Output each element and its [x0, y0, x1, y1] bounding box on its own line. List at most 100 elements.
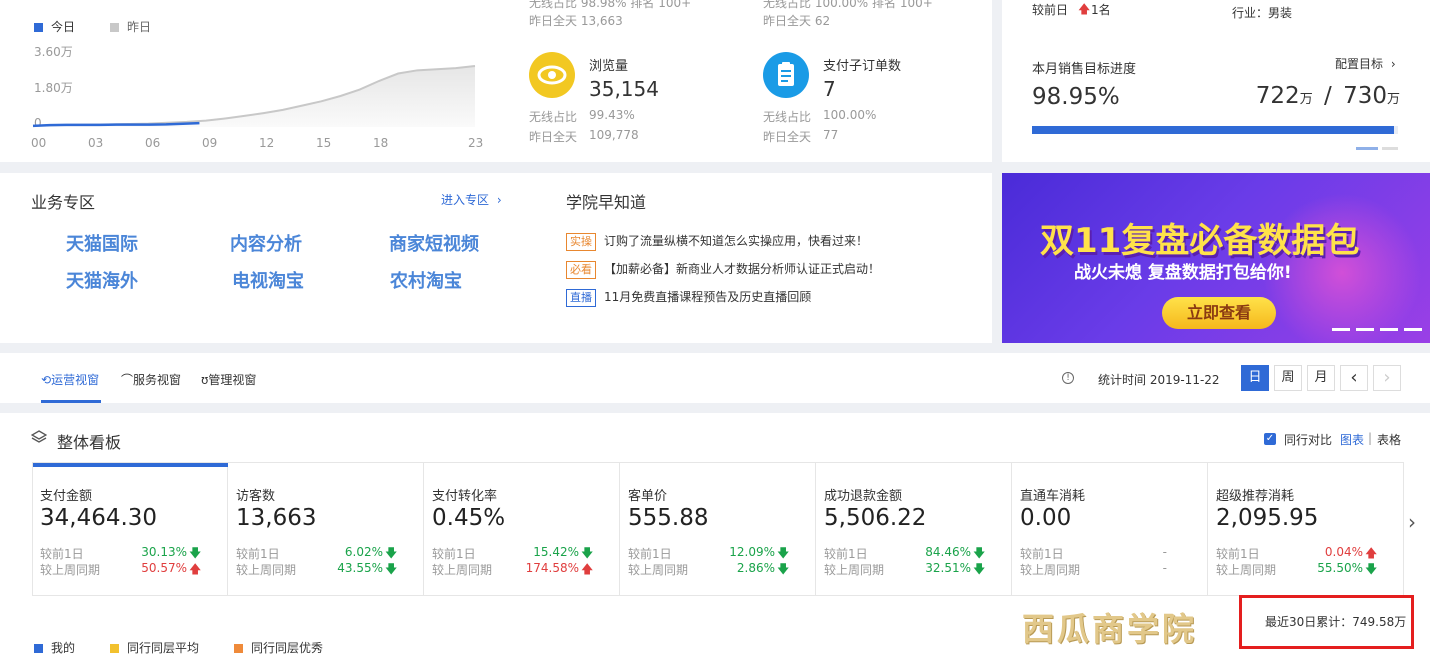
carousel-dot-active[interactable] [1356, 147, 1378, 150]
academy-item-1[interactable]: 实操 订购了流量纵横不知道怎么实操应用，快看过来！ [566, 232, 868, 251]
kpi-card[interactable]: 客单价 555.88 较前1日 较上周同期 12.09% 2.86% 🡇 🡇 [620, 462, 816, 596]
rank-change: 1名 [1091, 3, 1111, 17]
banner-title: 双11复盘必备数据包 [1040, 221, 1360, 261]
banner-cta-button[interactable]: 立即查看 [1162, 297, 1276, 329]
enter-zone-label: 进入专区 [441, 193, 490, 207]
pv-value: 35,154 [589, 77, 659, 101]
view-table-link[interactable]: 表格 [1377, 431, 1401, 448]
legend-mine[interactable]: 我的 [34, 639, 75, 656]
target-progress-track [1032, 126, 1398, 134]
sales-target-card: 较前日 🡅 1名 行业：男装 本月销售目标进度 配置目标 › 98.95% 72… [1002, 0, 1430, 162]
orders-wireless-label: 无线占比 [763, 110, 812, 124]
biz-link-tmall-global[interactable]: 天猫国际 [66, 230, 138, 256]
business-title: 业务专区 [31, 193, 96, 212]
tab-service[interactable]: ⌒服务视窗 [121, 371, 181, 388]
legend-peer-top-swatch [234, 644, 243, 653]
arrow-up-icon: 🡅 [189, 562, 202, 576]
kpi-compare-day-value: - [1162, 545, 1167, 559]
industry-label: 行业：男装 [1232, 6, 1293, 20]
arrow-up-icon: 🡅 [581, 562, 594, 576]
carousel-dot[interactable] [1382, 147, 1398, 150]
legend-mine-label: 我的 [51, 641, 76, 655]
tab-management[interactable]: ʊ管理视窗 [201, 371, 256, 388]
promo-banner[interactable]: 双11复盘必备数据包 战火未熄 复盘数据打包给你! 立即查看 [1002, 173, 1430, 343]
orders-wireless-value: 100.00% [823, 108, 877, 122]
kpi-title: 超级推荐消耗 [1216, 489, 1295, 504]
kpi-compare-day-label: 较前1日 [40, 547, 84, 561]
next-date-button[interactable]: › [1373, 365, 1401, 391]
period-week-button[interactable]: 周 [1274, 365, 1302, 391]
arrow-down-icon: 🡇 [1365, 562, 1378, 576]
legend-peer-avg[interactable]: 同行同层平均 [110, 639, 199, 656]
enter-zone-link[interactable]: 进入专区 › [441, 191, 502, 208]
kpi-compare-day-value: 15.42% [533, 545, 579, 559]
tab-operations-label: 运营视窗 [51, 373, 100, 387]
pv-wireless-value: 99.43% [589, 108, 635, 122]
kpi-card[interactable]: 成功退款金额 5,506.22 较前1日 较上周同期 84.46% 32.51% 🡇 🡇 [816, 462, 1012, 596]
tag-live: 直播 [566, 289, 596, 307]
pv-label: 浏览量 [589, 59, 629, 74]
kpi-title: 访客数 [236, 489, 276, 504]
chevron-right-icon: › [1390, 57, 1396, 71]
kpi-value: 0.00 [1020, 505, 1072, 531]
kpi-card[interactable]: 超级推荐消耗 2,095.95 较前1日 较上周同期 0.04% 55.50% 🡅 🡇 [1208, 462, 1404, 596]
up-arrow-icon: 🡅 [1078, 2, 1091, 16]
kpi-title: 客单价 [628, 489, 668, 504]
view-separator: | [1368, 431, 1373, 445]
realtime-trend-card: 今日 昨日 3.60万 1.80万 0 00 03 06 09 12 15 18 23 [0, 0, 510, 162]
biz-link-tv-taobao[interactable]: 电视淘宝 [232, 267, 304, 293]
kpi-compare-day-label: 较前1日 [824, 547, 868, 561]
arrow-down-icon: 🡇 [385, 562, 398, 576]
kpi-card[interactable]: 访客数 13,663 较前1日 较上周同期 6.02% 43.55% 🡇 🡇 [228, 462, 424, 596]
biz-link-rural-taobao[interactable]: 农村淘宝 [390, 267, 462, 293]
kpi-compare-week-label: 较上周同期 [628, 563, 689, 577]
academy-item-3[interactable]: 直播 11月免费直播课程预告及历史直播回顾 [566, 288, 811, 307]
period-day-button[interactable]: 日 [1241, 365, 1269, 391]
x-tick: 00 [31, 136, 47, 150]
peer-compare-checkbox[interactable]: ✓ [1264, 433, 1276, 445]
kpi-compare-week-label: 较上周同期 [236, 563, 297, 577]
kpi-value: 555.88 [628, 505, 709, 531]
period-month-button[interactable]: 月 [1307, 365, 1335, 391]
dashboard-title: 整体看板 [57, 433, 122, 452]
unit-2: 万 [1386, 92, 1400, 107]
kpi-compare-week-value: 32.51% [925, 561, 971, 575]
info-icon[interactable]: ! [1062, 372, 1074, 384]
kpi-value: 13,663 [236, 505, 317, 531]
arrow-down-icon: 🡇 [777, 562, 790, 576]
kpi-compare-day-label: 较前1日 [628, 547, 672, 561]
peer-compare-label: 同行对比 [1284, 433, 1333, 447]
legend-peer-avg-swatch [110, 644, 119, 653]
kpi-next-button[interactable]: › [1408, 510, 1416, 534]
kpi-card[interactable]: 直通车消耗 0.00 较前1日 较上周同期 - - [1012, 462, 1208, 596]
prev-date-button[interactable]: ‹ [1340, 365, 1368, 391]
biz-link-tmall-overseas[interactable]: 天猫海外 [66, 267, 138, 293]
biz-link-short-video[interactable]: 商家短视频 [389, 230, 479, 256]
kpi-compare-day-label: 较前1日 [236, 547, 280, 561]
tag-must-see: 必看 [566, 261, 596, 279]
tab-operations[interactable]: ⟲运营视窗 [41, 371, 99, 388]
legend-peer-top[interactable]: 同行同层优秀 [234, 639, 323, 656]
x-tick: 18 [373, 136, 389, 150]
clipped-row-2b: 昨日全天 62 [763, 14, 831, 28]
biz-link-content-analysis[interactable]: 内容分析 [230, 230, 302, 256]
config-target-link[interactable]: 配置目标 › [1335, 55, 1396, 72]
tag-practice: 实操 [566, 233, 596, 251]
yesterday-area [33, 66, 475, 127]
kpi-title: 支付金额 [40, 489, 93, 504]
kpi-card[interactable]: 支付金额 34,464.30 较前1日 较上周同期 30.13% 50.57% 🡇 🡅 [32, 462, 228, 596]
kpi-card[interactable]: 支付转化率 0.45% 较前1日 较上周同期 15.42% 174.58% 🡇 🡅 [424, 462, 620, 596]
kpi-compare-day-value: 12.09% [729, 545, 775, 559]
legend-peer-avg-label: 同行同层平均 [127, 641, 200, 655]
legend-peer-top-label: 同行同层优秀 [251, 641, 324, 655]
tab-service-label: 服务视窗 [133, 373, 182, 387]
kpi-value: 34,464.30 [40, 505, 158, 531]
academy-title: 学院早知道 [566, 193, 647, 212]
academy-item-2[interactable]: 必看 【加薪必备】新商业人才数据分析师认证正式启动！ [566, 260, 880, 279]
view-chart-link[interactable]: 图表 [1340, 431, 1364, 448]
eye-icon [529, 52, 575, 98]
target-total: 730 [1343, 83, 1387, 109]
banner-pager[interactable] [1332, 328, 1422, 331]
kpi-value: 5,506.22 [824, 505, 927, 531]
current-amount: 722 [1255, 83, 1300, 109]
